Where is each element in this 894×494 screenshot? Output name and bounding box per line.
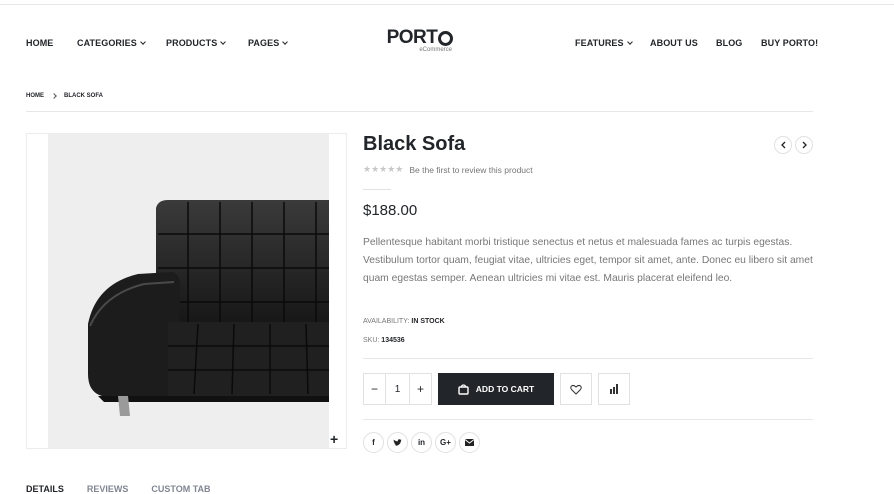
linkedin-icon[interactable]: in: [411, 432, 432, 453]
breadcrumb-current: BLACK SOFA: [64, 93, 103, 99]
nav-blog[interactable]: BLOG: [716, 38, 761, 48]
product-nav: [774, 136, 813, 154]
nav-categories-label: CATEGORIES: [77, 38, 137, 48]
add-to-cart-button[interactable]: ADD TO CART: [438, 373, 554, 405]
black-sofa-illustration: [88, 200, 329, 416]
availability: AVAILABILITY: IN STOCK: [363, 318, 445, 325]
linkedin-glyph: in: [417, 438, 426, 447]
email-icon[interactable]: [459, 432, 480, 453]
envelope-icon: [465, 439, 474, 446]
chevron-right-icon: [802, 141, 807, 149]
wishlist-button[interactable]: [560, 373, 592, 405]
chevron-right-icon: [51, 93, 57, 99]
product-tabs: DETAILS REVIEWS CUSTOM TAB: [26, 484, 211, 494]
nav-home[interactable]: HOME: [26, 38, 77, 48]
sku: SKU: 134536: [363, 337, 405, 344]
nav-categories[interactable]: CATEGORIES: [77, 38, 166, 48]
product-title: Black Sofa: [363, 133, 466, 155]
chevron-down-icon: [282, 38, 289, 45]
tab-custom[interactable]: CUSTOM TAB: [151, 484, 210, 494]
shopping-bag-icon: [458, 383, 469, 395]
heart-icon: [570, 384, 582, 395]
rating-row: ★★★★★ Be the first to review this produc…: [363, 164, 533, 175]
nav-products-label: PRODUCTS: [166, 38, 218, 48]
tab-reviews[interactable]: REVIEWS: [87, 484, 129, 494]
site-logo[interactable]: PORT eCommerce: [385, 28, 455, 53]
prev-product-button[interactable]: [774, 136, 792, 154]
product-description: Pellentesque habitant morbi tristique se…: [363, 237, 813, 284]
facebook-icon[interactable]: f: [363, 432, 384, 453]
main-nav-left: HOME CATEGORIES PRODUCTS PAGES: [26, 38, 289, 48]
zoom-plus-icon[interactable]: +: [330, 431, 338, 447]
nav-features[interactable]: FEATURES: [575, 38, 650, 48]
twitter-bird-glyph: [393, 438, 402, 446]
nav-buy-porto-label: BUY PORTO!: [761, 38, 819, 48]
facebook-glyph: f: [372, 438, 375, 447]
bar-chart-icon: [610, 384, 618, 394]
next-product-button[interactable]: [795, 136, 813, 154]
product-price: $188.00: [363, 202, 418, 219]
chevron-down-icon: [140, 38, 146, 45]
chevron-down-icon: [626, 38, 633, 45]
twitter-icon[interactable]: [387, 432, 408, 453]
logo-o-mark: [438, 30, 454, 46]
sku-label: SKU:: [363, 337, 380, 344]
title-divider: [363, 189, 391, 190]
breadcrumb-home[interactable]: HOME: [26, 93, 44, 99]
logo-text: PORT: [386, 27, 438, 48]
nav-blog-label: BLOG: [716, 38, 743, 48]
compare-button[interactable]: [598, 373, 630, 405]
breadcrumb-divider: [26, 111, 813, 112]
nav-home-label: HOME: [26, 38, 54, 48]
google-plus-glyph: G+: [440, 438, 451, 447]
google-plus-icon[interactable]: G+: [435, 432, 456, 453]
chevron-down-icon: [220, 38, 227, 45]
nav-about-us[interactable]: ABOUT US: [650, 38, 716, 48]
product-image: [48, 134, 329, 448]
nav-pages[interactable]: PAGES: [248, 38, 289, 48]
review-link[interactable]: Be the first to review this product: [409, 165, 532, 175]
actions-bottom-divider: [363, 419, 813, 420]
nav-products[interactable]: PRODUCTS: [166, 38, 248, 48]
nav-features-label: FEATURES: [575, 38, 624, 48]
logo-wordmark: PORT: [385, 28, 455, 48]
quantity-decrease-button[interactable]: −: [364, 374, 385, 404]
top-divider: [0, 4, 894, 5]
nav-about-us-label: ABOUT US: [650, 38, 698, 48]
product-gallery: +: [26, 133, 347, 449]
breadcrumb: HOME BLACK SOFA: [26, 93, 103, 99]
star-rating-icon: ★★★★★: [363, 164, 404, 174]
share-links: f in G+: [363, 432, 480, 453]
main-nav-right: FEATURES ABOUT US BLOG BUY PORTO!: [575, 38, 818, 48]
availability-value: IN STOCK: [411, 318, 445, 325]
nav-pages-label: PAGES: [248, 38, 280, 48]
sku-value: 134536: [381, 337, 405, 344]
chevron-left-icon: [780, 141, 785, 149]
quantity-increase-button[interactable]: +: [410, 374, 431, 404]
nav-buy-porto[interactable]: BUY PORTO!: [761, 38, 818, 48]
quantity-input[interactable]: 1: [385, 374, 410, 404]
quantity-stepper: − 1 +: [363, 373, 432, 405]
actions-top-divider: [363, 358, 813, 359]
add-to-cart-label: ADD TO CART: [475, 384, 535, 394]
tab-details[interactable]: DETAILS: [26, 484, 64, 494]
availability-label: AVAILABILITY:: [363, 318, 410, 325]
